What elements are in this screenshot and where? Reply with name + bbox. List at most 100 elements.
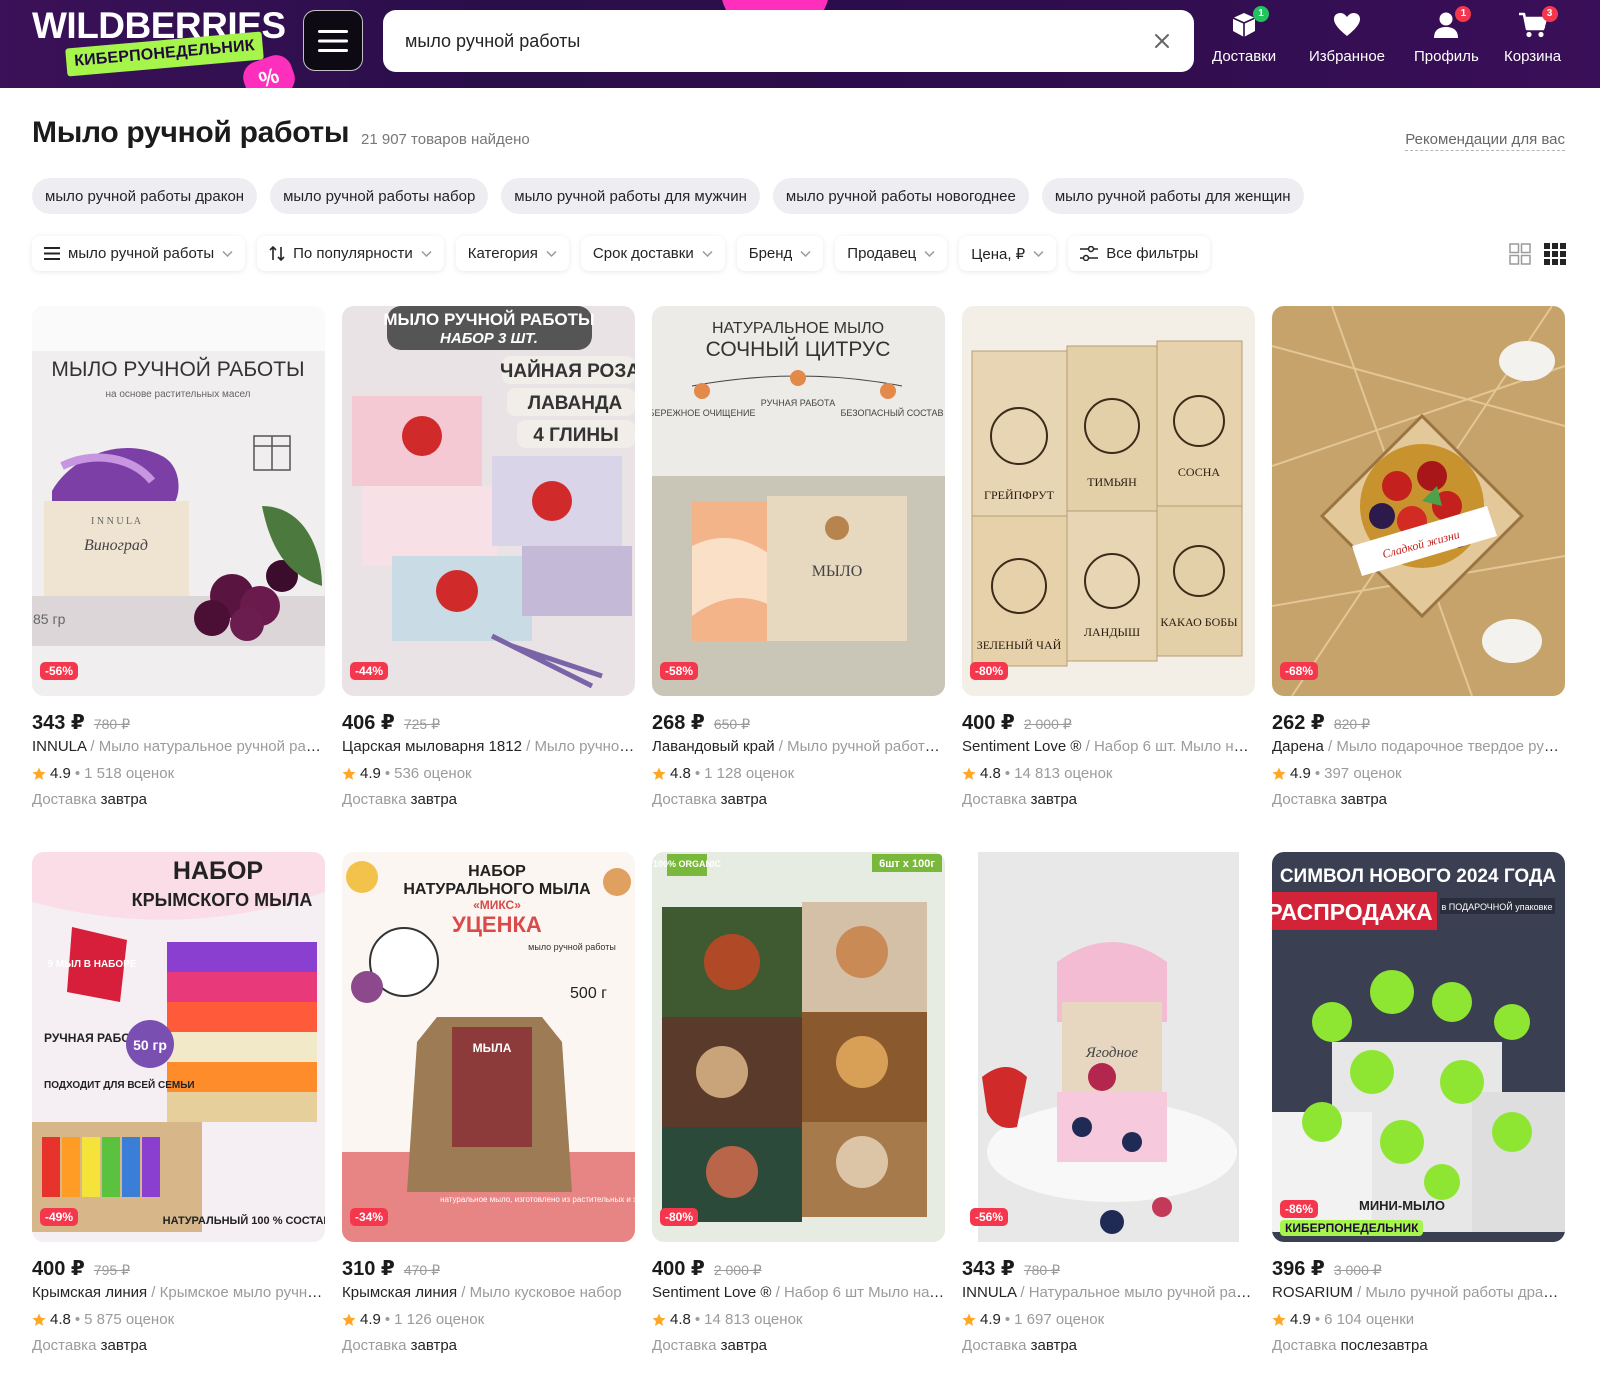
product-image[interactable]: Ягодное -56% <box>962 852 1255 1242</box>
product-brand: Крымская линия <box>32 1284 148 1301</box>
filter-delivery-time[interactable]: Срок доставки <box>580 236 725 271</box>
image-caption: 50 гр <box>133 1037 167 1053</box>
product-title[interactable]: Sentiment Love ® / Набор 6 шт. Мыло нату… <box>962 738 1255 755</box>
nav-cart[interactable]: 3 Корзина <box>1504 6 1561 78</box>
product-card[interactable]: МЫЛО РУЧНОЙ РАБОТЫ НАБОР 3 ШТ. ЧАЙНАЯ РО… <box>342 306 635 808</box>
product-rating: 4.9 • 1 518 оценок <box>32 765 174 782</box>
svg-text:МЫЛО: МЫЛО <box>812 563 863 580</box>
profile-badge: 1 <box>1455 6 1472 22</box>
image-caption: ЛАНДЫШ <box>1084 625 1140 639</box>
product-card[interactable]: ГРЕЙПФРУТ ТИМЬЯН СОСНА ЗЕЛЕНЫЙ ЧАЙ ЛАНДЫ… <box>962 306 1255 808</box>
product-title[interactable]: Дарена / Мыло подарочное твердое ручной … <box>1272 738 1565 755</box>
reviews-count: 1 518 оценок <box>84 765 175 782</box>
product-image[interactable]: СИМВОЛ НОВОГО 2024 ГОДА РАСПРОДАЖА в ПОД… <box>1272 852 1565 1242</box>
image-caption: БЕРЕЖНОЕ ОЧИЩЕНИЕ <box>652 408 755 418</box>
image-caption: 100% ORGANIC <box>653 859 722 869</box>
star-icon <box>32 767 46 780</box>
chevron-down-icon <box>924 250 935 257</box>
product-card[interactable]: Ягодное -56% 343 ₽ 780 ₽ INNULA / Натурал… <box>962 852 1255 1354</box>
close-icon[interactable] <box>1150 29 1174 53</box>
product-rating: 4.9 • 1 697 оценок <box>962 1311 1104 1328</box>
filter-price[interactable]: Цена, ₽ <box>959 236 1057 271</box>
product-image[interactable]: НАБОР КРЫМСКОГО МЫЛА 9 МЫЛ В НАБОРЕ РУЧН… <box>32 852 325 1242</box>
image-caption: КАКАО БОБЫ <box>1160 615 1238 629</box>
product-title[interactable]: INNULA / Натуральное мыло ручной работы <box>962 1284 1255 1301</box>
product-image[interactable]: ГРЕЙПФРУТ ТИМЬЯН СОСНА ЗЕЛЕНЫЙ ЧАЙ ЛАНДЫ… <box>962 306 1255 696</box>
product-image[interactable]: НАБОР НАТУРАЛЬНОГО МЫЛА «МИКС» УЦЕНКА мы… <box>342 852 635 1242</box>
product-price: 400 ₽ <box>962 712 1015 734</box>
chevron-down-icon <box>222 250 233 257</box>
image-caption: 500 г <box>570 985 607 1002</box>
hamburger-icon <box>318 29 348 52</box>
product-image[interactable]: 100% ORGANIC 6шт x 100г -80% <box>652 852 945 1242</box>
image-caption: СОСНА <box>1178 465 1220 479</box>
filter-all[interactable]: Все фильтры <box>1068 236 1211 271</box>
suggestion-chip[interactable]: мыло ручной работы набор <box>270 178 489 214</box>
page-title: Мыло ручной работы <box>32 116 350 149</box>
product-title[interactable]: Крымская линия / Мыло кусковое набор <box>342 1284 635 1301</box>
search-input[interactable] <box>405 25 1105 57</box>
menu-button[interactable] <box>303 10 363 71</box>
image-caption: РАСПРОДАЖА <box>1272 899 1433 925</box>
filter-brand[interactable]: Бренд <box>736 236 824 271</box>
logo[interactable]: WILDBERRIES КИБЕРПОНЕДЕЛЬНИК % <box>32 6 302 88</box>
reviews-count: 397 оценок <box>1324 765 1402 782</box>
product-old-price: 3 000 ₽ <box>1333 1262 1382 1278</box>
product-title[interactable]: Sentiment Love ® / Набор 6 шт Мыло натур… <box>652 1284 945 1301</box>
filter-seller[interactable]: Продавец <box>835 236 948 271</box>
star-icon <box>962 1313 976 1326</box>
product-price: 343 ₽ <box>962 1258 1015 1280</box>
image-caption: «МИКС» <box>473 898 521 912</box>
filter-label: Продавец <box>847 245 917 262</box>
product-card[interactable]: Сладкой жизни -68% 262 ₽ 820 ₽ Дарена / М… <box>1272 306 1565 808</box>
star-icon <box>652 767 666 780</box>
product-price: 400 ₽ <box>652 1258 705 1280</box>
image-caption: МИНИ-МЫЛО <box>1359 1198 1445 1213</box>
product-card[interactable]: НАБОР КРЫМСКОГО МЫЛА 9 МЫЛ В НАБОРЕ РУЧН… <box>32 852 325 1354</box>
product-card[interactable]: СИМВОЛ НОВОГО 2024 ГОДА РАСПРОДАЖА в ПОД… <box>1272 852 1565 1354</box>
nav-profile[interactable]: 1 Профиль <box>1414 6 1479 78</box>
product-title[interactable]: ROSARIUM / Мыло ручной работы дракон <box>1272 1284 1565 1301</box>
product-card[interactable]: МЫЛО РУЧНОЙ РАБОТЫ на основе растительны… <box>32 306 325 808</box>
filter-category[interactable]: Категория <box>455 236 569 271</box>
product-card[interactable]: НАБОР НАТУРАЛЬНОГО МЫЛА «МИКС» УЦЕНКА мы… <box>342 852 635 1354</box>
filter-bar: мыло ручной работы По популярности Катег… <box>32 236 1211 271</box>
product-old-price: 470 ₽ <box>403 1262 440 1278</box>
suggestion-chip[interactable]: мыло ручной работы для мужчин <box>501 178 760 214</box>
product-title[interactable]: INNULA / Мыло натуральное ручной работы <box>32 738 325 755</box>
product-card[interactable]: 100% ORGANIC 6шт x 100г -80% 400 ₽ 2 000 … <box>652 852 945 1354</box>
suggestion-chip[interactable]: мыло ручной работы дракон <box>32 178 258 214</box>
product-title[interactable]: Лавандовый край / Мыло ручной работы нат… <box>652 738 945 755</box>
suggestion-chip[interactable]: мыло ручной работы для женщин <box>1041 178 1304 214</box>
filter-sort[interactable]: По популярности <box>257 236 444 271</box>
chevron-down-icon <box>702 250 713 257</box>
product-title[interactable]: Крымская линия / Крымское мыло ручной ра… <box>32 1284 325 1301</box>
product-old-price: 650 ₽ <box>713 716 750 732</box>
product-image[interactable]: Сладкой жизни -68% <box>1272 306 1565 696</box>
discount-badge: -80% <box>970 662 1009 680</box>
delivery-date: завтра <box>100 791 148 808</box>
product-image[interactable]: НАТУРАЛЬНОЕ МЫЛО СОЧНЫЙ ЦИТРУС БЕРЕЖНОЕ … <box>652 306 945 696</box>
grid-large-icon[interactable] <box>1509 243 1531 265</box>
filter-query[interactable]: мыло ручной работы <box>32 236 246 271</box>
image-caption: НАБОР 3 ШТ. <box>440 330 538 347</box>
recommendations-link[interactable]: Рекомендации для вас <box>1405 131 1565 151</box>
suggestion-chip[interactable]: мыло ручной работы новогоднее <box>772 178 1029 214</box>
image-caption: НАТУРАЛЬНОЕ МЫЛО <box>712 320 884 337</box>
nav-label: Доставки <box>1212 48 1277 65</box>
product-name: Мыло натуральное ручной работы <box>98 738 325 755</box>
grid-small-icon[interactable] <box>1544 243 1566 265</box>
image-caption: СИМВОЛ НОВОГО 2024 ГОДА <box>1280 866 1557 887</box>
nav-deliveries[interactable]: 1 Доставки <box>1212 6 1277 78</box>
product-card[interactable]: НАТУРАЛЬНОЕ МЫЛО СОЧНЫЙ ЦИТРУС БЕРЕЖНОЕ … <box>652 306 945 808</box>
product-image[interactable]: МЫЛО РУЧНОЙ РАБОТЫ НАБОР 3 ШТ. ЧАЙНАЯ РО… <box>342 306 635 696</box>
filter-label: Бренд <box>748 245 793 262</box>
product-title[interactable]: Царская мыловарня 1812 / Мыло ручной раб… <box>342 738 635 755</box>
nav-favorites[interactable]: Избранное <box>1309 8 1385 78</box>
list-icon <box>44 247 60 260</box>
product-rating: 4.8 • 14 813 оценок <box>962 765 1112 782</box>
image-caption: БЕЗОПАСНЫЙ СОСТАВ <box>841 407 944 418</box>
product-image[interactable]: МЫЛО РУЧНОЙ РАБОТЫ на основе растительны… <box>32 306 325 696</box>
star-icon <box>342 1313 356 1326</box>
site-header: WILDBERRIES КИБЕРПОНЕДЕЛЬНИК % 1 Доставк… <box>0 0 1600 88</box>
